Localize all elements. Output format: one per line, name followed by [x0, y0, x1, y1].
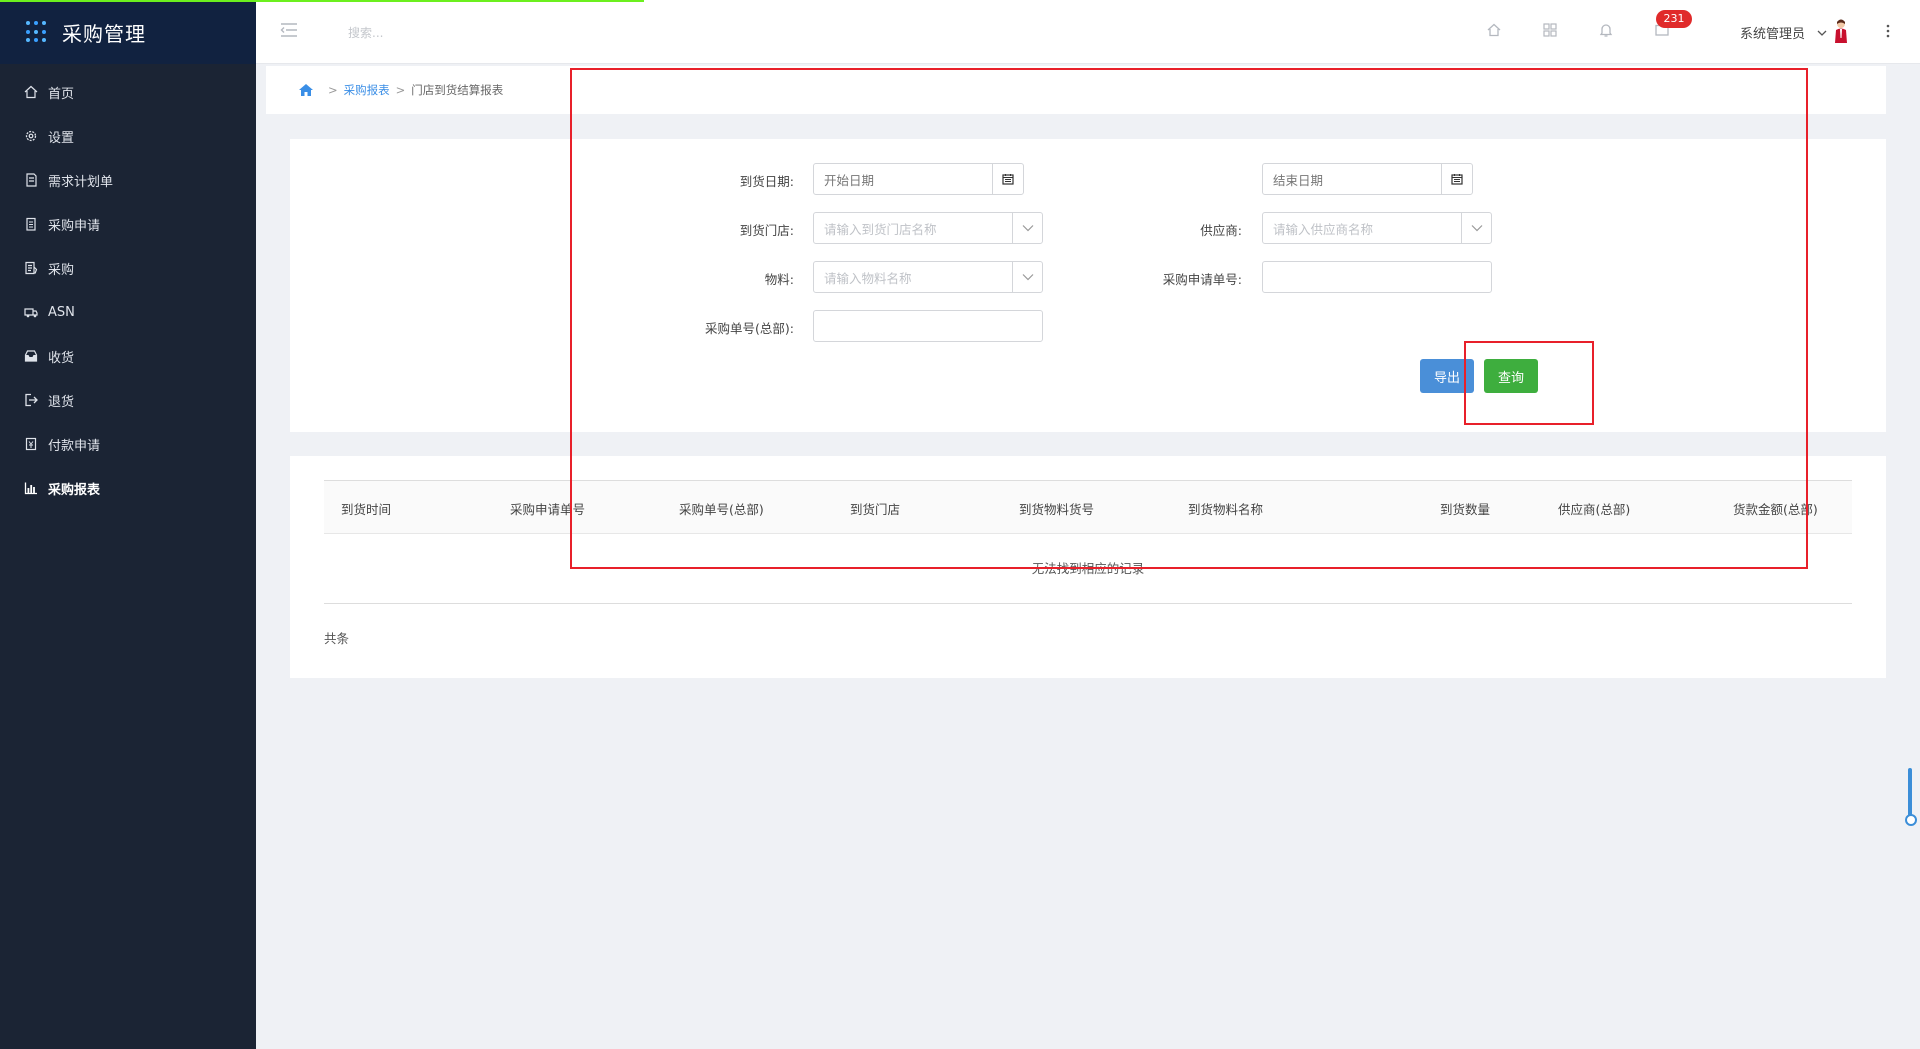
- filter-panel: 到货日期: 开始日期 结束日期 到货门店: 请输入到货门店名称 供应商: 请输入…: [290, 139, 1886, 432]
- calendar-icon[interactable]: [1441, 163, 1473, 195]
- sidebar: 采购管理 首页 设置 需求计划单 采购申请 采购 ASN 收货 退货 付款申请 …: [0, 0, 256, 1049]
- more-options-icon[interactable]: [1886, 24, 1890, 38]
- grid-icon[interactable]: [1542, 22, 1558, 38]
- loading-progress-bar: [0, 0, 644, 2]
- sidebar-item-label: 设置: [48, 130, 75, 146]
- supplier-select[interactable]: 请输入供应商名称: [1262, 212, 1492, 244]
- sidebar-item-purchase-report[interactable]: 采购报表: [0, 466, 256, 510]
- sidebar-item-label: 收货: [48, 350, 75, 366]
- sidebar-item-settings[interactable]: 设置: [0, 114, 256, 158]
- sidebar-item-label: 需求计划单: [48, 174, 114, 190]
- empty-state-message: 无法找到相应的记录: [324, 534, 1852, 604]
- payment-icon: [24, 437, 38, 451]
- avatar[interactable]: [1834, 18, 1848, 44]
- list-icon: [24, 261, 38, 275]
- sidebar-item-label: 退货: [48, 394, 75, 410]
- material-label: 物料:: [764, 272, 794, 287]
- request-no-label: 采购申请单号:: [1162, 272, 1242, 287]
- sidebar-item-label: 首页: [48, 86, 75, 102]
- sidebar-item-home[interactable]: 首页: [0, 70, 256, 114]
- chevron-down-icon[interactable]: [1817, 26, 1827, 36]
- notification-count-badge: 231: [1656, 10, 1692, 28]
- column-header-order-no[interactable]: 采购单号(总部): [679, 499, 764, 518]
- scroll-indicator[interactable]: [1905, 768, 1917, 826]
- brand[interactable]: 采购管理: [0, 0, 256, 64]
- column-header-supplier[interactable]: 供应商(总部): [1558, 499, 1630, 518]
- home-icon: [24, 85, 38, 99]
- column-header-material-code[interactable]: 到货物料货号: [1019, 499, 1094, 518]
- table-header: 到货时间 采购申请单号 采购单号(总部) 到货门店 到货物料货号 到货物料名称 …: [324, 480, 1852, 534]
- sidebar-item-label: 采购: [48, 262, 75, 278]
- order-no-label: 采购单号(总部):: [705, 321, 794, 336]
- apps-grid-icon: [26, 21, 48, 43]
- menu-toggle-icon[interactable]: [280, 22, 298, 38]
- results-table: 到货时间 采购申请单号 采购单号(总部) 到货门店 到货物料货号 到货物料名称 …: [290, 456, 1886, 678]
- column-header-material-name[interactable]: 到货物料名称: [1188, 499, 1263, 518]
- gear-icon: [24, 129, 38, 143]
- inbox-icon: [24, 349, 38, 363]
- document-icon: [24, 173, 38, 187]
- home-icon[interactable]: [1486, 22, 1502, 38]
- top-header: 231 系统管理员: [256, 0, 1920, 64]
- store-label: 到货门店:: [739, 223, 794, 238]
- start-date-input[interactable]: 开始日期: [813, 163, 993, 195]
- chevron-down-icon: [1012, 213, 1042, 243]
- app-title: 采购管理: [62, 21, 146, 46]
- arrival-date-label: 到货日期:: [739, 174, 794, 189]
- sidebar-item-payment-request[interactable]: 付款申请: [0, 422, 256, 466]
- sidebar-item-label: 采购申请: [48, 218, 101, 234]
- bell-icon[interactable]: [1598, 22, 1614, 38]
- supplier-label: 供应商:: [1200, 223, 1242, 238]
- column-header-quantity[interactable]: 到货数量: [1440, 499, 1490, 518]
- truck-icon: [24, 305, 38, 319]
- calendar-icon[interactable]: [992, 163, 1024, 195]
- column-header-store[interactable]: 到货门店: [850, 499, 900, 518]
- sidebar-item-demand-plan[interactable]: 需求计划单: [0, 158, 256, 202]
- sidebar-item-receiving[interactable]: 收货: [0, 334, 256, 378]
- bar-chart-icon: [24, 481, 38, 495]
- sidebar-menu: 首页 设置 需求计划单 采购申请 采购 ASN 收货 退货 付款申请 采购报表: [0, 64, 256, 510]
- column-header-request-no[interactable]: 采购申请单号: [510, 499, 585, 518]
- total-count: 共条: [324, 631, 350, 646]
- sidebar-item-label: 付款申请: [48, 438, 101, 454]
- chevron-down-icon: [1461, 213, 1491, 243]
- column-header-arrival-time[interactable]: 到货时间: [341, 499, 391, 518]
- end-date-input[interactable]: 结束日期: [1262, 163, 1442, 195]
- chevron-down-icon: [1012, 262, 1042, 292]
- sidebar-item-purchase[interactable]: 采购: [0, 246, 256, 290]
- sidebar-item-return[interactable]: 退货: [0, 378, 256, 422]
- sidebar-item-label: ASN: [48, 304, 75, 320]
- column-header-amount[interactable]: 货款金额(总部): [1733, 499, 1818, 518]
- breadcrumb-current: 门店到货结算报表: [411, 83, 504, 97]
- sidebar-item-purchase-request[interactable]: 采购申请: [0, 202, 256, 246]
- request-no-input[interactable]: [1262, 261, 1492, 293]
- breadcrumb-link-purchase-report[interactable]: 采购报表: [344, 82, 390, 98]
- store-select[interactable]: 请输入到货门店名称: [813, 212, 1043, 244]
- query-button[interactable]: 查询: [1484, 359, 1538, 393]
- material-select[interactable]: 请输入物料名称: [813, 261, 1043, 293]
- order-no-input[interactable]: [813, 310, 1043, 342]
- breadcrumb-separator: >: [328, 83, 338, 97]
- return-icon: [24, 393, 38, 407]
- sidebar-item-label: 采购报表: [48, 482, 101, 498]
- export-button[interactable]: 导出: [1420, 359, 1474, 393]
- breadcrumb: > 采购报表 > 门店到货结算报表: [266, 66, 1886, 114]
- breadcrumb-separator: >: [395, 83, 406, 97]
- clipboard-icon: [24, 217, 38, 231]
- sidebar-item-asn[interactable]: ASN: [0, 290, 256, 334]
- search-input[interactable]: [348, 20, 548, 46]
- user-name[interactable]: 系统管理员: [1740, 23, 1805, 42]
- home-icon[interactable]: [298, 83, 314, 97]
